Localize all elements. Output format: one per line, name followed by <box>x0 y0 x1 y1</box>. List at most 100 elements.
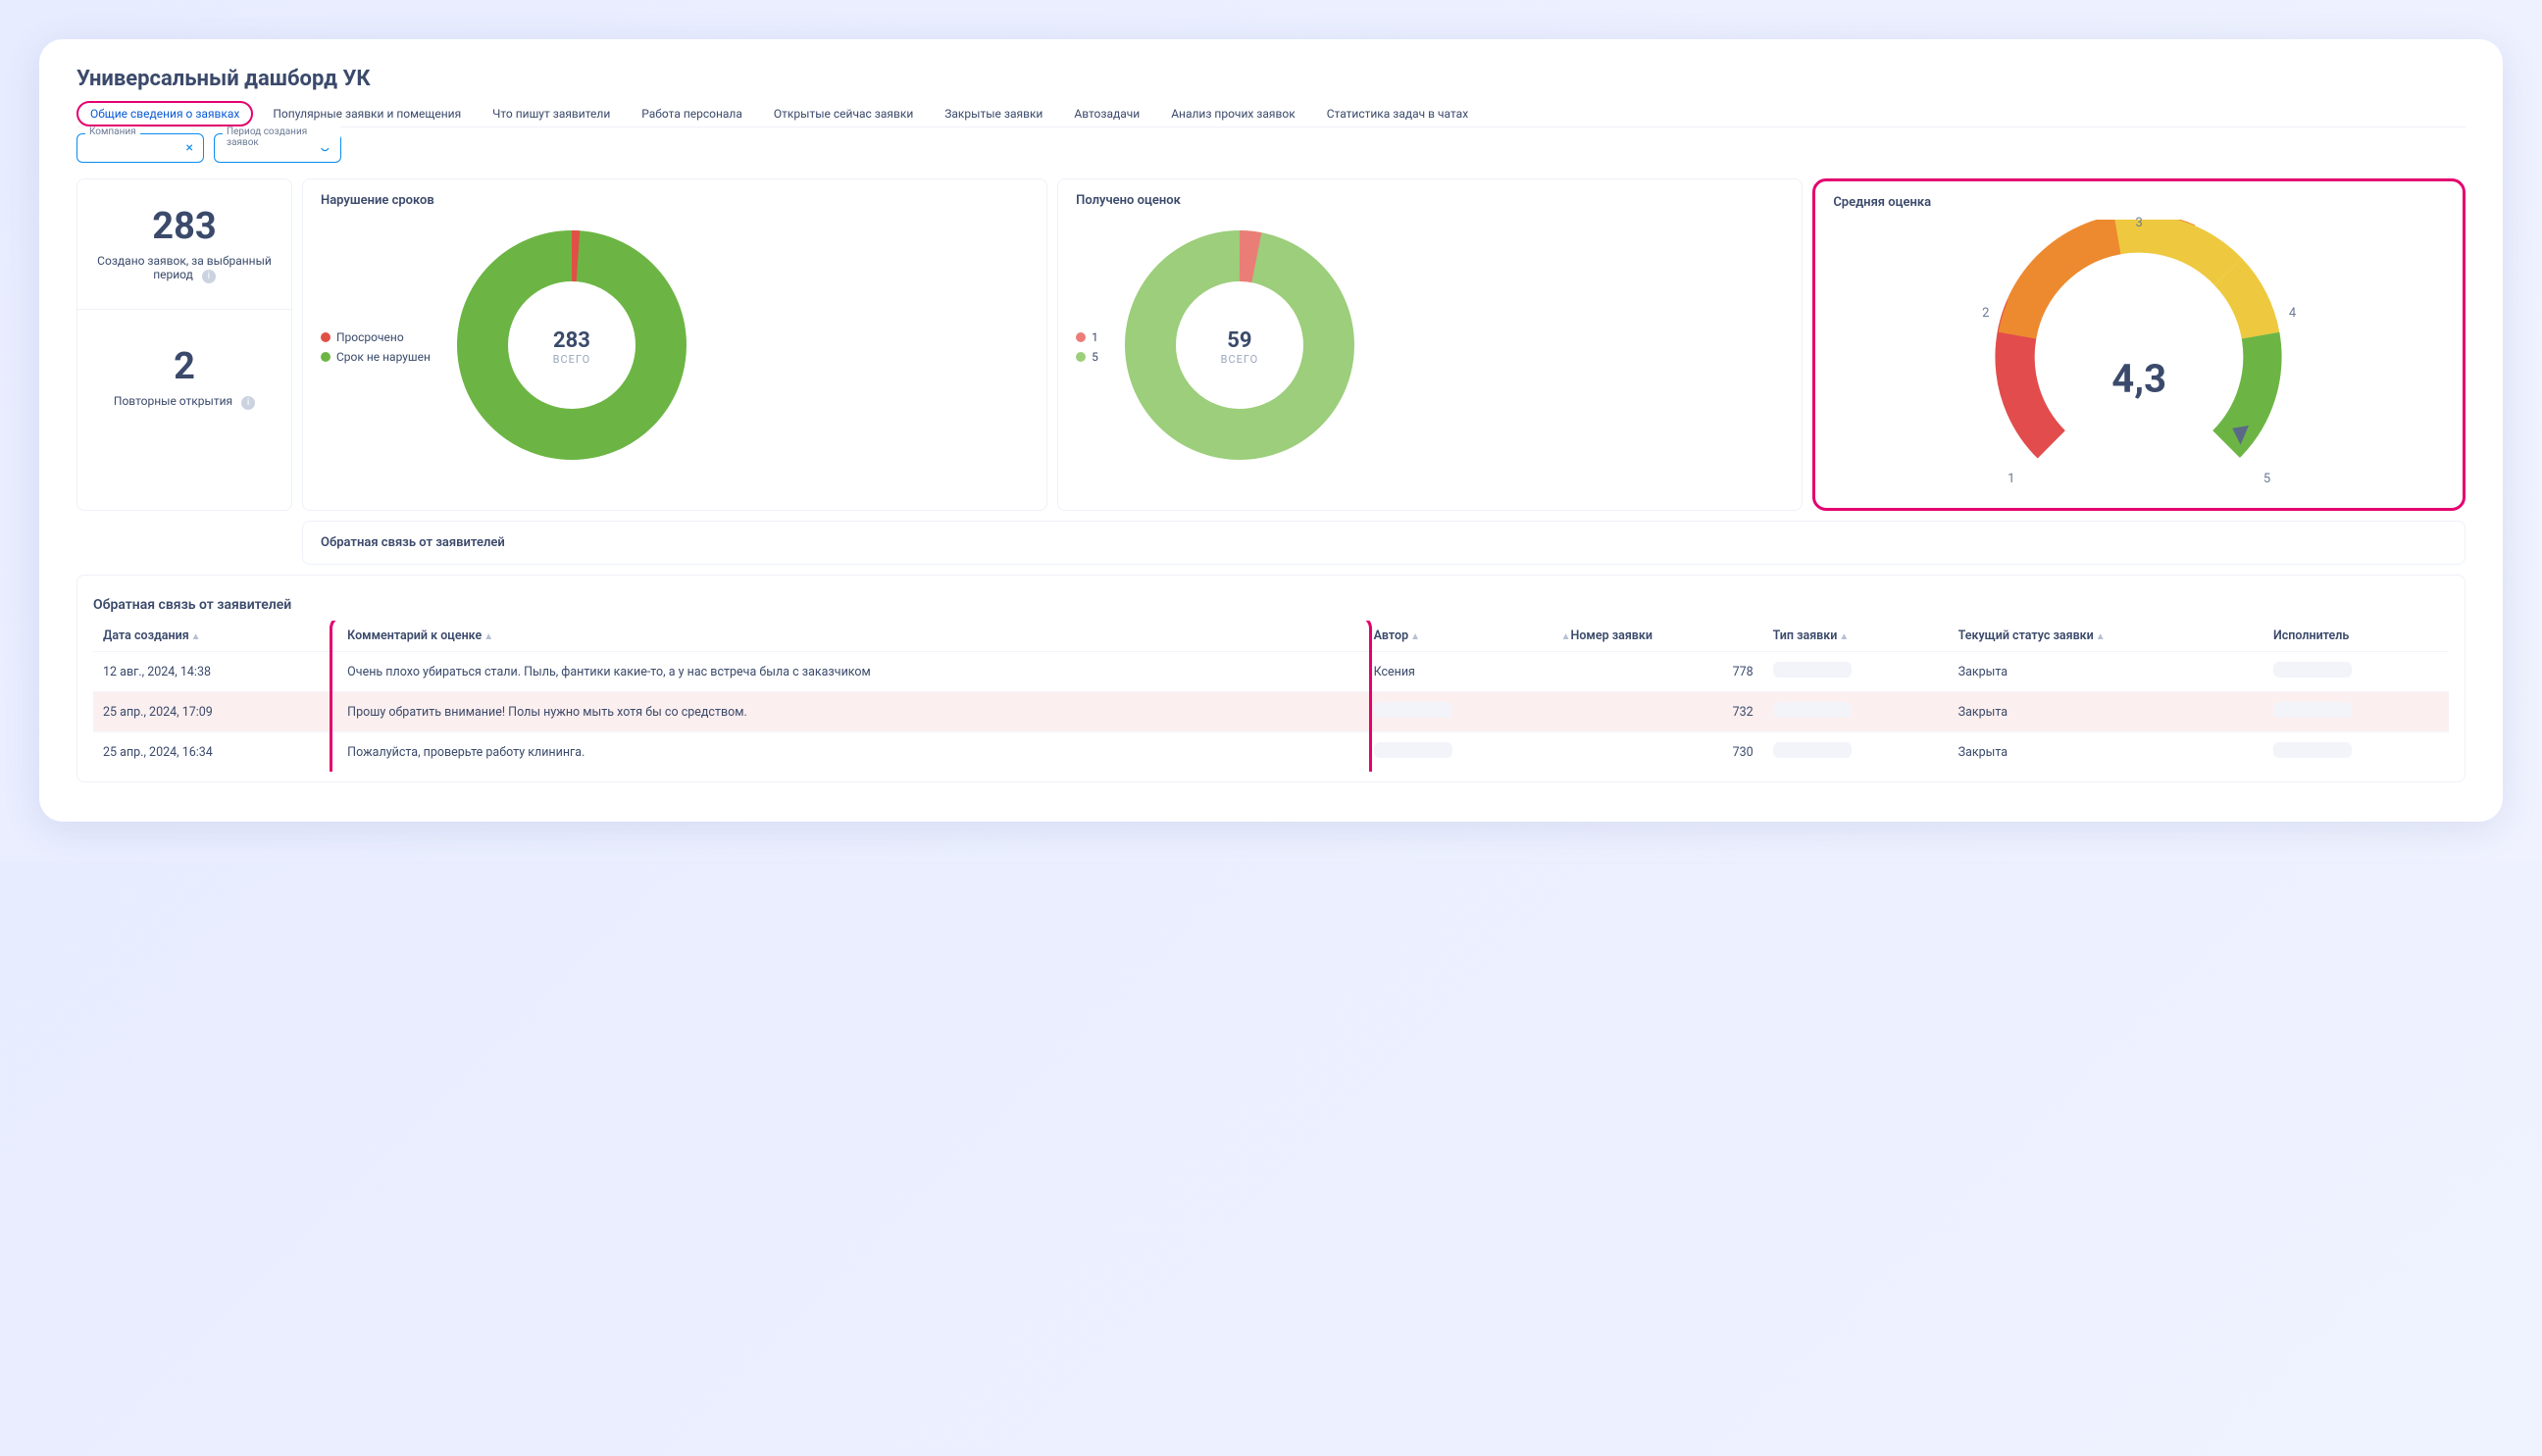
ratings-total-label: ВСЕГО <box>1221 353 1259 366</box>
cell-comment: Очень плохо убираться стали. Пыль, фанти… <box>337 652 1363 692</box>
violation-total: 283 <box>553 328 591 353</box>
card-ratings: Получено оценок 15 59 ВСЕГО <box>1057 178 1803 511</box>
table-row[interactable]: 25 апр., 2024, 16:34Пожалуйста, проверьт… <box>93 732 2449 773</box>
gauge: 4,3 1 2 3 4 5 <box>1982 220 2296 494</box>
filters-row: Компания × Период создания заявок ↻ <box>76 133 2466 163</box>
tab-автозадачи[interactable]: Автозадачи <box>1062 101 1151 126</box>
cards-grid: 283 Создано заявок, за выбранный период … <box>76 178 2466 511</box>
legend-label: 5 <box>1092 350 1098 364</box>
legend-label: Просрочено <box>336 330 404 344</box>
sort-icon: ▲ <box>1410 631 1420 642</box>
stat-reopened-value: 2 <box>174 345 195 388</box>
cell-number: 778 <box>1550 652 1763 692</box>
cell-assignee <box>2263 732 2449 773</box>
feedback-table: Дата создания▲ Комментарий к оценке▲ Авт… <box>93 621 2449 772</box>
feedback-header-row: Обратная связь от заявителей <box>76 521 2466 565</box>
legend-item: Просрочено <box>321 330 431 344</box>
violation-total-label: ВСЕГО <box>553 353 591 366</box>
card-violation-title: Нарушение сроков <box>321 193 1029 208</box>
cell-comment: Прошу обратить внимание! Полы нужно мыть… <box>337 692 1363 732</box>
feedback-header-title: Обратная связь от заявителей <box>321 535 2447 550</box>
cell-assignee <box>2263 692 2449 732</box>
legend-item: 5 <box>1076 350 1098 364</box>
col-author[interactable]: Автор▲ <box>1364 621 1550 652</box>
feedback-section-title: Обратная связь от заявителей <box>93 597 2449 613</box>
card-ratings-title: Получено оценок <box>1076 193 1784 208</box>
table-row[interactable]: 25 апр., 2024, 17:09Прошу обратить внима… <box>93 692 2449 732</box>
cell-type <box>1763 732 1949 773</box>
cell-author: Ксения <box>1364 652 1550 692</box>
cell-number: 732 <box>1550 692 1763 732</box>
cell-status: Закрыта <box>1949 652 2263 692</box>
cell-author <box>1364 692 1550 732</box>
stat-created-label: Создано заявок, за выбранный период i <box>87 254 281 283</box>
cell-assignee <box>2263 652 2449 692</box>
card-stats: 283 Создано заявок, за выбранный период … <box>76 178 292 511</box>
col-number[interactable]: ▲Номер заявки <box>1550 621 1763 652</box>
legend-item: Срок не нарушен <box>321 350 431 364</box>
tab-анализ-прочих-заявок[interactable]: Анализ прочих заявок <box>1159 101 1307 126</box>
gauge-tick-2: 2 <box>1982 306 1989 321</box>
col-type[interactable]: Тип заявки▲ <box>1763 621 1949 652</box>
tab-открытые-сейчас-заявки[interactable]: Открытые сейчас заявки <box>762 101 925 126</box>
col-assignee[interactable]: Исполнитель <box>2263 621 2449 652</box>
ratings-total: 59 <box>1221 328 1259 353</box>
legend-swatch <box>1076 332 1086 342</box>
legend-swatch <box>1076 352 1086 362</box>
sort-icon: ▲ <box>1561 631 1571 642</box>
legend-swatch <box>321 352 330 362</box>
col-status[interactable]: Текущий статус заявки▲ <box>1949 621 2263 652</box>
col-date[interactable]: Дата создания▲ <box>93 621 337 652</box>
page-title: Универсальный дашборд УК <box>76 67 2466 91</box>
sort-icon: ▲ <box>191 631 201 642</box>
tab-общие-сведения-о-заявках[interactable]: Общие сведения о заявках <box>76 101 253 126</box>
legend-label: Срок не нарушен <box>336 350 431 364</box>
cell-author <box>1364 732 1550 773</box>
info-icon[interactable]: i <box>241 396 255 410</box>
stat-reopened-label: Повторные открытия i <box>114 394 255 410</box>
close-icon[interactable]: × <box>186 140 193 156</box>
card-feedback-header: Обратная связь от заявителей <box>302 521 2466 565</box>
cell-type <box>1763 652 1949 692</box>
col-comment[interactable]: Комментарий к оценке▲ <box>337 621 1363 652</box>
cell-number: 730 <box>1550 732 1763 773</box>
stat-created-value: 283 <box>152 205 216 248</box>
cell-status: Закрыта <box>1949 732 2263 773</box>
gauge-tick-5: 5 <box>2263 472 2270 486</box>
stat-reopened: 2 Повторные открытия i <box>77 320 291 435</box>
sort-icon: ▲ <box>1839 631 1849 642</box>
app-frame: Универсальный дашборд УК Общие сведения … <box>39 39 2503 822</box>
info-icon[interactable]: i <box>202 270 216 283</box>
tab-работа-персонала[interactable]: Работа персонала <box>630 101 754 126</box>
card-violation: Нарушение сроков Просрочено Срок не наруш… <box>302 178 1047 511</box>
tabs-row: Общие сведения о заявках Популярные заявк… <box>76 101 2466 127</box>
cell-type <box>1763 692 1949 732</box>
filter-company-label: Компания <box>85 126 140 137</box>
card-avg-rating: Средняя оценка <box>1812 178 2466 511</box>
feedback-section: Обратная связь от заявителей Дата создан… <box>76 575 2466 782</box>
tab-что-пишут-заявители[interactable]: Что пишут заявители <box>481 101 622 126</box>
gauge-tick-1: 1 <box>2008 472 2014 486</box>
cell-date: 12 авг., 2024, 14:38 <box>93 652 337 692</box>
sort-icon: ▲ <box>483 631 493 642</box>
filter-period-label: Период создания заявок <box>223 126 340 148</box>
table-row[interactable]: 12 авг., 2024, 14:38Очень плохо убиратьс… <box>93 652 2449 692</box>
tab-популярные-заявки-и-помещения[interactable]: Популярные заявки и помещения <box>261 101 473 126</box>
tab-статистика-задач-в-чатах[interactable]: Статистика задач в чатах <box>1315 101 1480 126</box>
violation-legend: Просрочено Срок не нарушен <box>321 330 431 364</box>
stat-created: 283 Создано заявок, за выбранный период … <box>77 179 291 310</box>
gauge-tick-3: 3 <box>2136 216 2143 230</box>
cell-date: 25 апр., 2024, 16:34 <box>93 732 337 773</box>
card-avg-rating-title: Средняя оценка <box>1833 195 2445 210</box>
filter-period[interactable]: Период создания заявок ↻ <box>214 133 341 163</box>
gauge-tick-4: 4 <box>2289 306 2296 321</box>
tab-закрытые-заявки[interactable]: Закрытые заявки <box>933 101 1054 126</box>
ratings-legend: 15 <box>1076 330 1098 364</box>
legend-label: 1 <box>1092 330 1098 344</box>
filter-company[interactable]: Компания × <box>76 133 204 163</box>
legend-item: 1 <box>1076 330 1098 344</box>
sort-icon: ▲ <box>2096 631 2106 642</box>
legend-swatch <box>321 332 330 342</box>
cell-date: 25 апр., 2024, 17:09 <box>93 692 337 732</box>
cell-status: Закрыта <box>1949 692 2263 732</box>
